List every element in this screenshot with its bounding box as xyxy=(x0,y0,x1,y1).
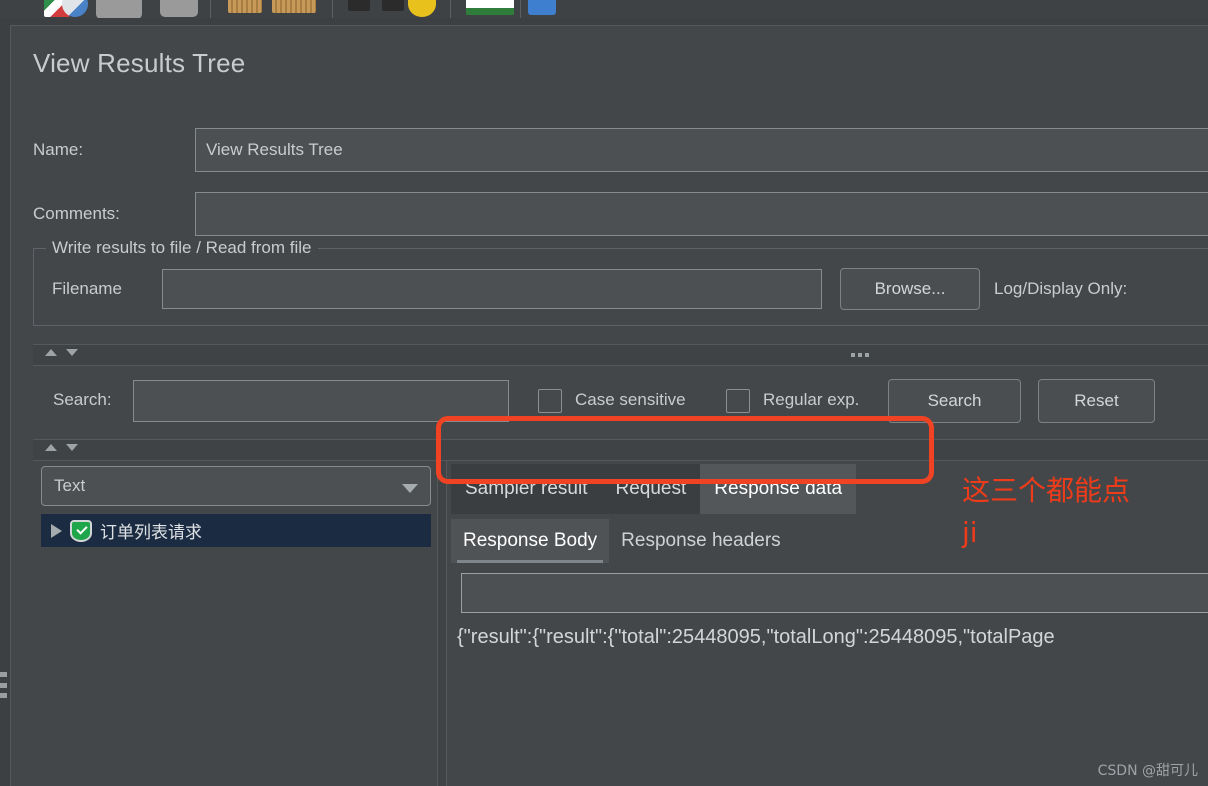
filename-label: Filename xyxy=(52,279,122,298)
response-filter-input[interactable] xyxy=(461,573,1208,613)
case-sensitive-label: Case sensitive xyxy=(575,390,686,409)
collapse-up-icon[interactable] xyxy=(45,349,57,356)
success-shield-icon xyxy=(70,519,92,542)
results-tree-pane: Text 订单列表请求 xyxy=(33,461,433,786)
dark-square-icon[interactable] xyxy=(348,0,370,11)
case-sensitive-checkbox[interactable] xyxy=(538,389,562,413)
name-input[interactable] xyxy=(195,128,1208,172)
regular-exp-checkbox[interactable] xyxy=(726,389,750,413)
toolbar-separator-3 xyxy=(450,0,451,18)
brick-wall-icon[interactable] xyxy=(228,0,262,13)
toolbar-separator-1 xyxy=(210,0,211,18)
log-display-only-label: Log/Display Only: xyxy=(994,279,1128,298)
tab-response-data[interactable]: Response data xyxy=(700,464,857,514)
renderer-combo[interactable]: Text xyxy=(41,466,431,506)
browse-button[interactable]: Browse... xyxy=(840,268,980,310)
view-results-tree-panel: View Results Tree Name: Comments: Write … xyxy=(10,25,1208,786)
dark-square-2-icon[interactable] xyxy=(382,0,404,11)
search-row: Search: Case sensitive Regular exp. Sear… xyxy=(33,376,1208,426)
search-button[interactable]: Search xyxy=(888,379,1021,423)
page-title: View Results Tree xyxy=(33,48,246,78)
search-label: Search: xyxy=(53,390,112,409)
left-drag-handle[interactable] xyxy=(0,672,7,698)
collapse-down-icon-2[interactable] xyxy=(66,444,78,451)
toolbar-separator-2 xyxy=(332,0,333,18)
expand-triangle-icon[interactable] xyxy=(51,523,62,538)
blue-add-icon[interactable] xyxy=(528,0,556,15)
regular-exp-label: Regular exp. xyxy=(763,390,860,409)
splitter-arrows-top[interactable] xyxy=(45,349,78,356)
top-toolbar xyxy=(0,0,1208,18)
vertical-splitter[interactable] xyxy=(437,461,447,786)
name-label: Name: xyxy=(33,140,84,159)
gray-shape-icon[interactable] xyxy=(96,0,142,18)
name-row: Name: xyxy=(33,128,1208,172)
subtab-response-body[interactable]: Response Body xyxy=(451,519,610,563)
comments-input[interactable] xyxy=(195,192,1208,236)
splitter-bar-top[interactable] xyxy=(33,344,1208,366)
tab-request[interactable]: Request xyxy=(601,464,701,514)
splitter-arrows-bottom[interactable] xyxy=(45,444,78,451)
annotation-text: 这三个都能点 ji xyxy=(962,474,1131,549)
detail-tabbar: Sampler result Request Response data xyxy=(451,464,857,514)
gray-small-icon[interactable] xyxy=(160,0,198,17)
comments-row: Comments: xyxy=(33,192,1208,236)
response-body-text: {"result":{"result":{"total":25448095,"t… xyxy=(457,626,1055,648)
renderer-combo-value: Text xyxy=(54,476,86,495)
chevron-down-icon[interactable] xyxy=(402,484,418,493)
splitter-grip-icon[interactable] xyxy=(851,353,869,357)
filename-input[interactable] xyxy=(162,269,822,309)
collapse-up-icon-2[interactable] xyxy=(45,444,57,451)
yellow-shield-icon[interactable] xyxy=(408,0,436,17)
brick-wall-wide-icon[interactable] xyxy=(272,0,316,13)
white-document-icon[interactable] xyxy=(466,0,514,15)
tree-item-label: 订单列表请求 xyxy=(100,523,202,542)
collapse-down-icon[interactable] xyxy=(66,349,78,356)
csdn-watermark: CSDN @甜可儿 xyxy=(1097,763,1198,779)
subtab-response-headers[interactable]: Response headers xyxy=(609,519,793,563)
splitter-bar-bottom[interactable] xyxy=(33,439,1208,461)
tab-sampler-result[interactable]: Sampler result xyxy=(451,464,602,514)
reset-button[interactable]: Reset xyxy=(1038,379,1155,423)
toolbar-separator-4 xyxy=(520,0,521,18)
tree-item-order-list-request[interactable]: 订单列表请求 xyxy=(41,514,431,547)
app-window: View Results Tree Name: Comments: Write … xyxy=(0,0,1208,786)
write-results-group-title: Write results to file / Read from file xyxy=(46,238,318,258)
comments-label: Comments: xyxy=(33,204,120,223)
search-input[interactable] xyxy=(133,380,509,422)
response-subtabbar: Response Body Response headers xyxy=(451,519,793,563)
write-results-group: Write results to file / Read from file F… xyxy=(33,238,1208,326)
